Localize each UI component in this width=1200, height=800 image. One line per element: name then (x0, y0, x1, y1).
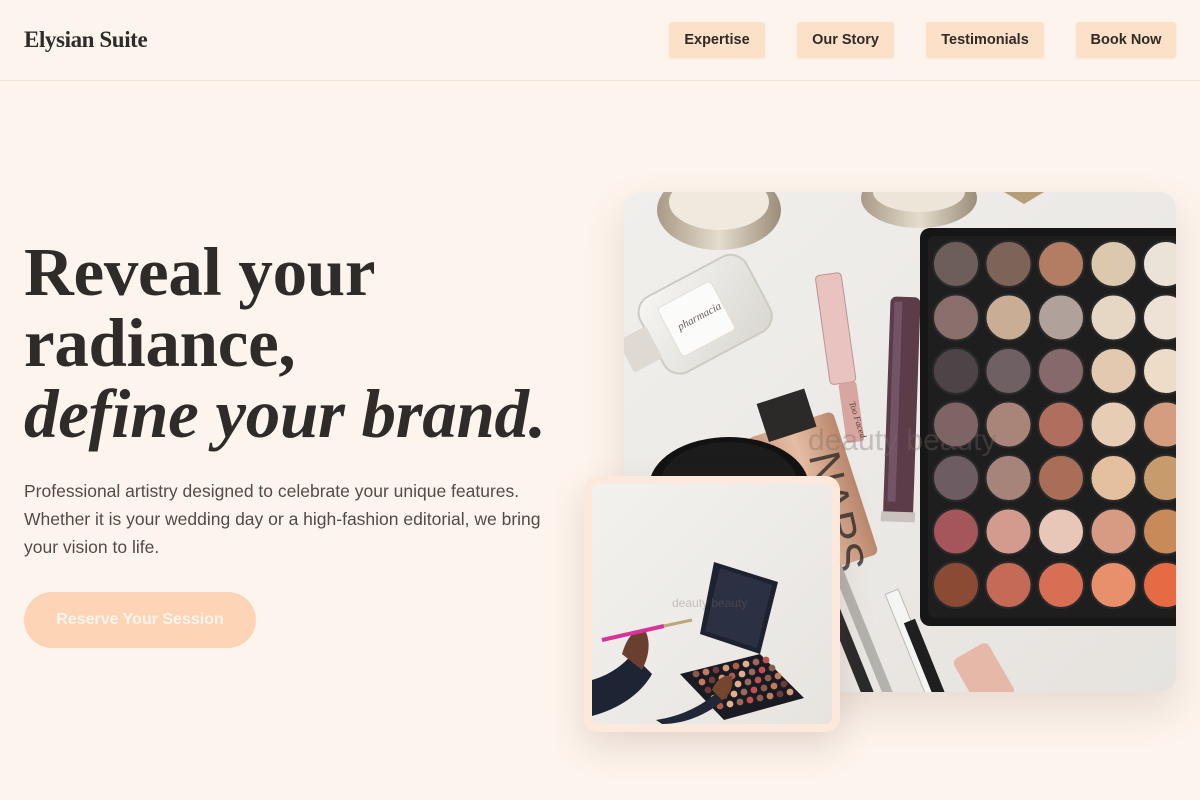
palette-hand-image: deauty beauty (592, 484, 832, 724)
nav-testimonials-button[interactable]: Testimonials (926, 22, 1044, 58)
nav-book-now-button[interactable]: Book Now (1076, 22, 1176, 58)
nav-our-story-button[interactable]: Our Story (797, 22, 894, 58)
headline-line-2: radiance, (24, 305, 296, 381)
site-header: Elysian Suite Expertise Our Story Testim… (0, 0, 1200, 81)
headline-line-3: define your brand. (24, 376, 546, 452)
inset-image-watermark: deauty beauty (672, 596, 748, 610)
hero-description: Professional artistry designed to celebr… (24, 481, 541, 557)
headline-line-1: Reveal your (24, 234, 376, 310)
main-image-watermark: deauty beauty (808, 424, 997, 457)
inset-photo-frame: deauty beauty (584, 476, 840, 732)
reserve-session-button[interactable]: Reserve Your Session (24, 592, 256, 648)
brand-logo[interactable]: Elysian Suite (24, 27, 148, 53)
hero-headline: Reveal your radiance, define your brand. (24, 237, 604, 450)
nav-expertise-button[interactable]: Expertise (669, 22, 765, 58)
